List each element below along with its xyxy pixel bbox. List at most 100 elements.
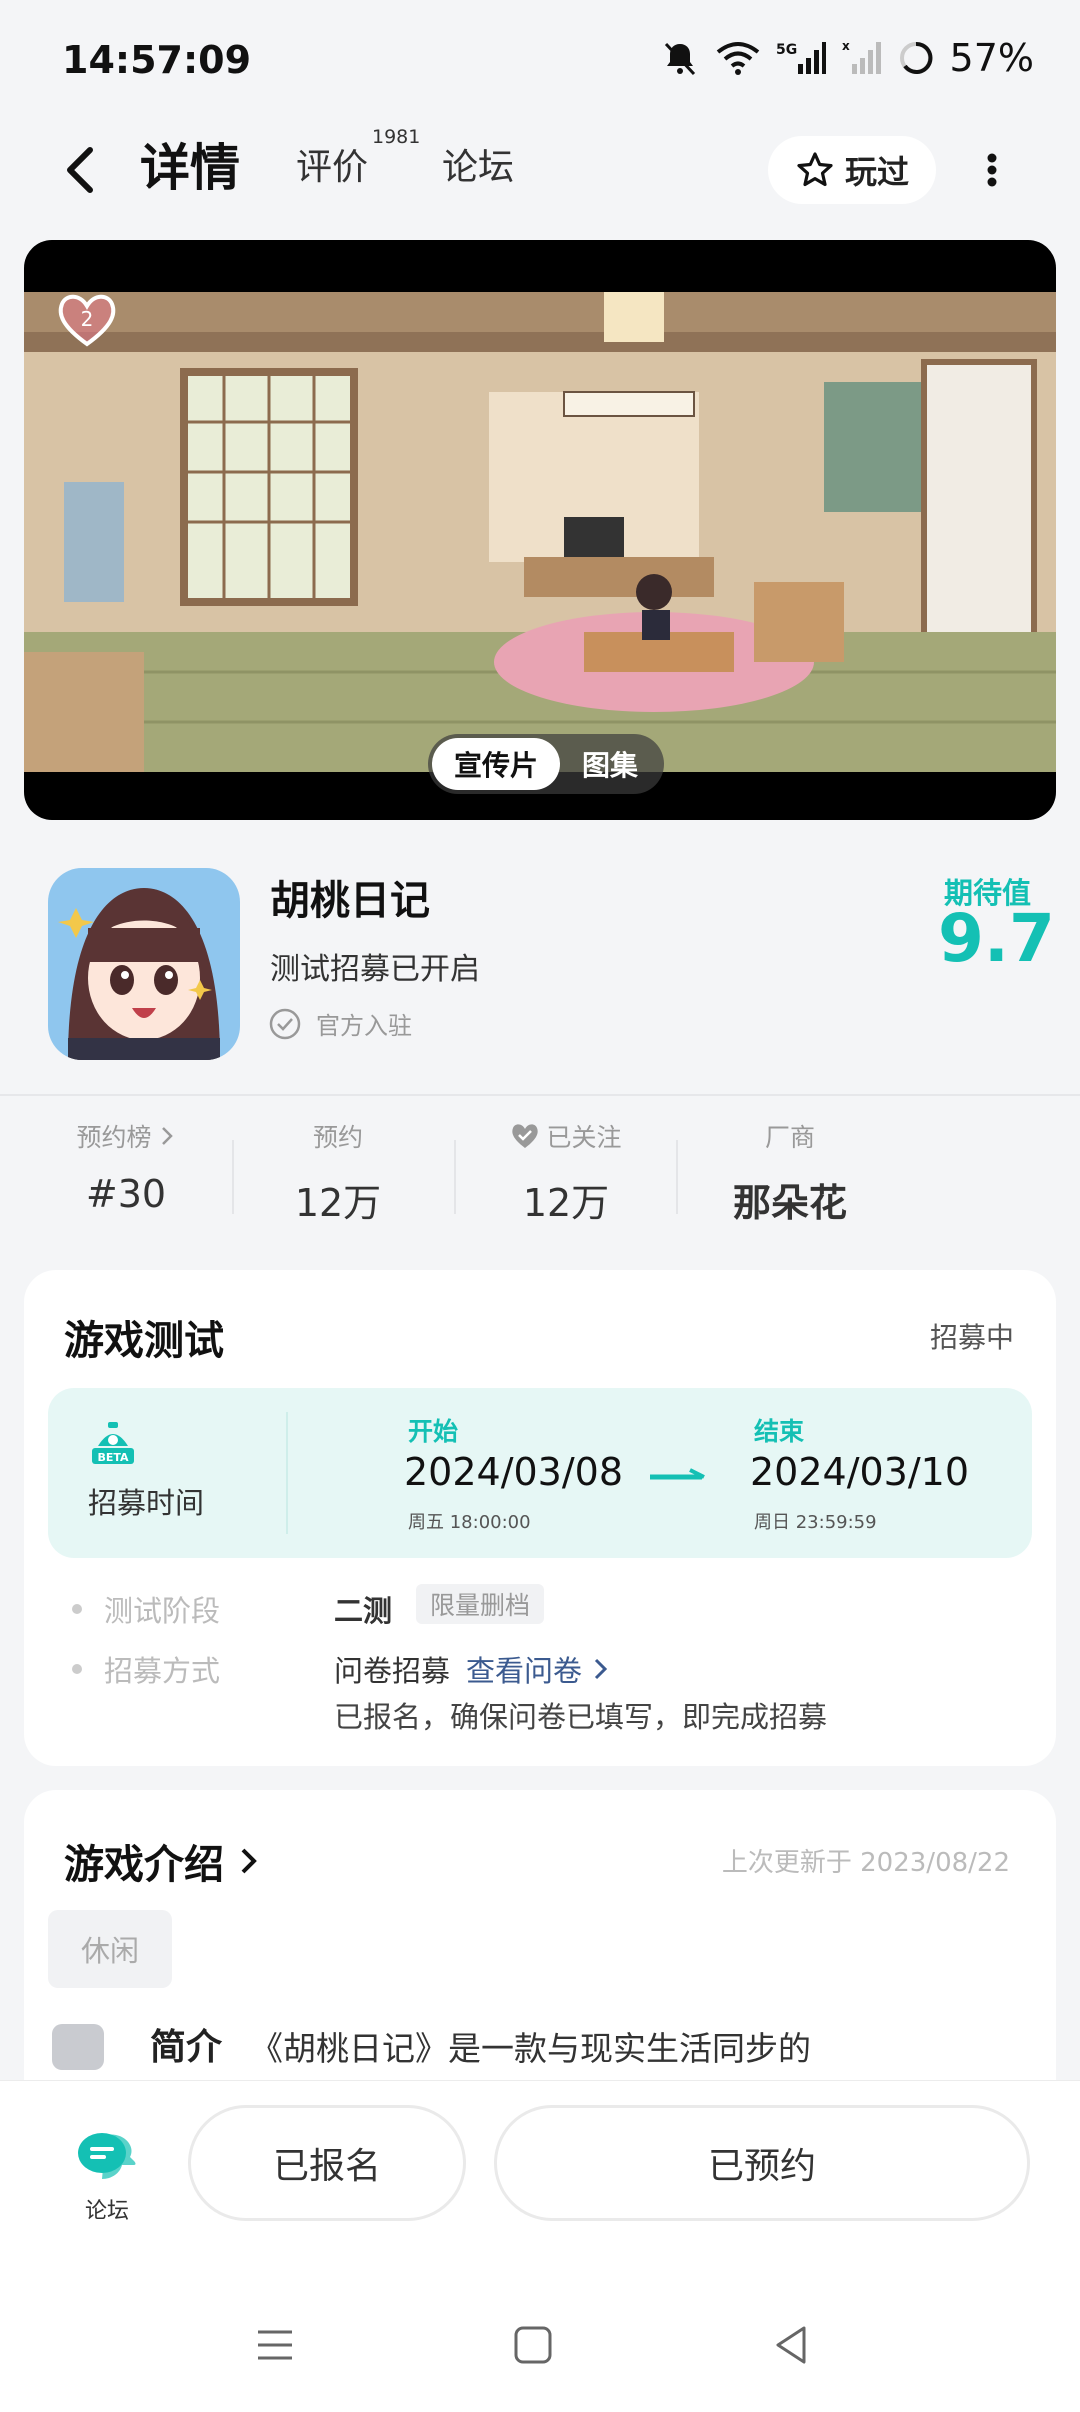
played-button[interactable]: 玩过 — [768, 136, 936, 204]
stat-separator — [454, 1140, 456, 1214]
system-nav-bar — [0, 2300, 1080, 2390]
method-value: 问卷招募 — [334, 1654, 451, 1688]
home-icon[interactable] — [508, 2320, 558, 2370]
view-questionnaire-label: 查看问卷 — [466, 1654, 583, 1688]
stat-followed[interactable]: 已关注 12万 — [466, 1118, 666, 1227]
back-nav-icon[interactable] — [766, 2320, 816, 2370]
genre-tag[interactable]: 休闲 — [48, 1910, 172, 1988]
stat-reserve: 预约 12万 — [238, 1118, 438, 1227]
stat-rank[interactable]: 预约榜 #30 — [26, 1118, 226, 1216]
more-icon[interactable] — [972, 142, 1012, 198]
chat-bubble-icon — [78, 2133, 136, 2179]
signal-5g-icon: 5G — [776, 42, 826, 74]
media-tabs: 宣传片 图集 — [428, 734, 665, 794]
tab-gallery[interactable]: 图集 — [560, 738, 660, 790]
promo-media[interactable]: 2 宣传片 图集 — [24, 240, 1056, 820]
start-time: 周五 18:00:00 — [408, 1512, 531, 1533]
method-line: 问卷招募 查看问卷 — [334, 1648, 610, 1690]
svg-text:5G: 5G — [776, 42, 797, 58]
top-nav: 详情 评价 1981 论坛 玩过 — [0, 120, 1080, 220]
bullet-dot — [72, 1604, 82, 1614]
review-count-badge: 1981 — [372, 126, 421, 148]
app-name: 胡桃日记 — [270, 878, 430, 924]
start-date: 2024/03/08 — [404, 1450, 624, 1494]
beta-icon: BETA — [92, 1422, 134, 1464]
test-title: 游戏测试 — [64, 1318, 224, 1364]
menu-icon[interactable] — [250, 2320, 300, 2370]
game-intro-card: 游戏介绍 上次更新于 2023/08/22 休闲 简介 《胡桃日记》是一款与现实… — [24, 1790, 1056, 2090]
status-bar: 14:57:09 5G x 57% — [0, 0, 1080, 120]
method-description: 已报名，确保问卷已填写，即完成招募 — [334, 1700, 828, 1734]
stat-rank-label-row: 预约榜 — [26, 1118, 226, 1154]
bullet-dot — [72, 1664, 82, 1674]
app-subtitle: 测试招募已开启 — [270, 952, 480, 987]
tab-promo-video[interactable]: 宣传片 — [432, 738, 561, 790]
battery-percent: 57% — [949, 36, 1034, 80]
phase-label: 测试阶段 — [104, 1594, 221, 1628]
intro-title-link[interactable]: 游戏介绍 — [64, 1832, 260, 1890]
stat-separator — [232, 1140, 234, 1214]
promo-video-frame — [24, 292, 1056, 772]
intro-text: 《胡桃日记》是一款与现实生活同步的 — [250, 2029, 811, 2068]
divider — [0, 1094, 1080, 1096]
heart-check-icon — [512, 1124, 539, 1148]
star-icon — [797, 152, 833, 187]
intro-updated: 上次更新于 2023/08/22 — [721, 1848, 1010, 1878]
mute-bell-icon — [664, 42, 695, 76]
game-detail-page: 14:57:09 5G x 57% 详情 评价 1981 论坛 玩过 2 宣传片… — [0, 0, 1080, 2412]
official-badge: 官方入驻 — [268, 1006, 412, 1041]
stat-vendor-label: 厂商 — [764, 1123, 815, 1152]
stat-vendor[interactable]: 厂商 那朵花 — [690, 1118, 890, 1227]
arrow-right-icon — [650, 1468, 705, 1480]
like-count: 2 — [81, 307, 94, 331]
wifi-icon — [716, 42, 759, 75]
status-icons: 5G x 57% — [660, 36, 1034, 80]
game-test-card: 游戏测试 招募中 BETA 招募时间 开始 2024/03/08 周五 18:0… — [24, 1270, 1056, 1766]
status-time: 14:57:09 — [62, 38, 252, 82]
back-icon[interactable] — [56, 142, 106, 198]
check-circle-icon — [269, 1008, 301, 1039]
stat-reserve-label: 预约 — [312, 1123, 363, 1152]
battery-icon — [899, 41, 932, 74]
method-label: 招募方式 — [104, 1654, 221, 1688]
intro-doc-icon — [52, 2024, 104, 2070]
forum-button[interactable]: 论坛 — [64, 2127, 150, 2225]
start-label: 开始 — [408, 1417, 459, 1446]
end-label: 结束 — [754, 1417, 805, 1446]
chevron-right-icon — [594, 1658, 608, 1680]
phase-tag: 限量删档 — [416, 1584, 545, 1624]
method-row: 招募方式 — [72, 1648, 220, 1690]
app-icon — [48, 868, 240, 1060]
tab-review[interactable]: 评价 — [296, 138, 368, 190]
test-status: 招募中 — [929, 1321, 1014, 1354]
end-date: 2024/03/10 — [750, 1450, 970, 1494]
played-label: 玩过 — [844, 153, 909, 191]
official-label: 官方入驻 — [316, 1012, 412, 1040]
expect-value: 9.7 — [938, 900, 1055, 977]
end-time: 周日 23:59:59 — [754, 1512, 877, 1533]
stat-followed-value: 12万 — [522, 1181, 610, 1225]
svg-text:x: x — [842, 40, 850, 53]
signed-up-button[interactable]: 已报名 — [188, 2105, 466, 2221]
svg-text:BETA: BETA — [97, 1451, 129, 1464]
heart-icon[interactable]: 2 — [54, 290, 120, 350]
stat-vendor-value: 那朵花 — [732, 1181, 847, 1225]
intro-label: 简介 — [150, 2027, 223, 2068]
recruit-time-panel: BETA 招募时间 开始 2024/03/08 周五 18:00:00 结束 2… — [48, 1388, 1032, 1558]
reserved-button[interactable]: 已预约 — [494, 2105, 1030, 2221]
tab-detail[interactable]: 详情 — [134, 128, 244, 200]
tab-forum[interactable]: 论坛 — [442, 138, 514, 190]
panel-separator — [286, 1412, 288, 1534]
stat-followed-label: 已关注 — [546, 1123, 622, 1152]
chevron-right-icon — [161, 1127, 173, 1145]
signal-icon: x — [842, 40, 881, 74]
stat-followed-label-row: 已关注 — [466, 1118, 666, 1154]
chevron-right-icon — [241, 1848, 257, 1874]
tab-detail-label: 详情 — [140, 139, 240, 197]
recruit-time-label: 招募时间 — [88, 1486, 205, 1520]
phase-value: 二测 — [334, 1594, 393, 1628]
phase-row: 测试阶段 — [72, 1588, 220, 1630]
forum-label: 论坛 — [84, 2199, 129, 2224]
view-questionnaire-link[interactable]: 查看问卷 — [466, 1648, 610, 1690]
intro-title: 游戏介绍 — [64, 1842, 224, 1888]
